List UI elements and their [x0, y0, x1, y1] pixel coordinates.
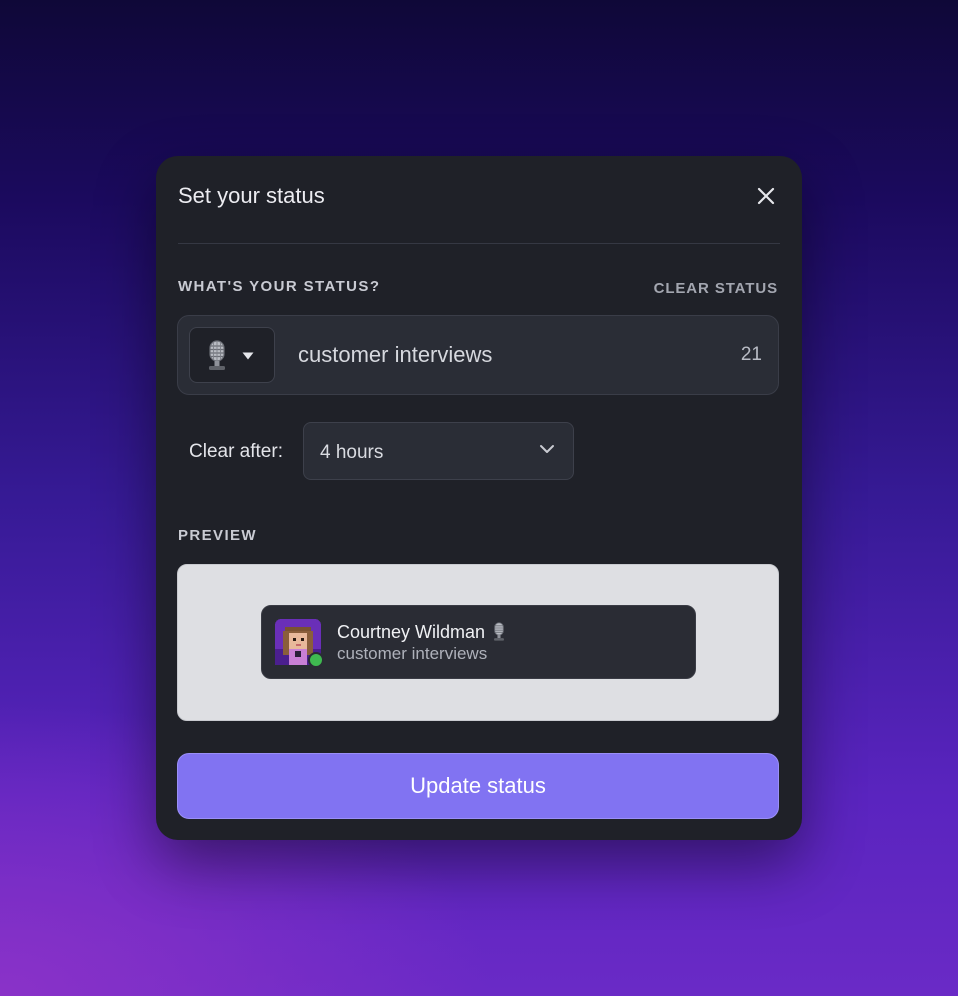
clear-after-value: 4 hours	[320, 442, 384, 463]
avatar	[275, 619, 324, 668]
preview-section-label: PREVIEW	[178, 527, 257, 544]
chevron-down-icon	[540, 445, 554, 453]
status-section-label: WHAT'S YOUR STATUS?	[178, 278, 381, 295]
emoji-picker-button[interactable]	[189, 327, 275, 383]
microphone-icon	[494, 622, 504, 641]
close-button[interactable]	[752, 182, 780, 210]
microphone-icon	[209, 340, 225, 370]
preview-panel: Courtney Wildman customer interviews	[177, 564, 779, 721]
clear-after-label: Clear after:	[189, 441, 283, 462]
clear-status-link[interactable]: CLEAR STATUS	[654, 280, 778, 297]
preview-status-text: customer interviews	[337, 644, 488, 663]
clear-after-select[interactable]: 4 hours	[303, 422, 574, 480]
preview-card: Courtney Wildman customer interviews	[261, 605, 696, 679]
dialog-header: Set your status	[178, 156, 780, 244]
close-icon	[757, 187, 775, 205]
update-status-button[interactable]: Update status	[177, 753, 779, 819]
set-status-dialog: Set your status WHAT'S YOUR STATUS? CLEA…	[156, 156, 802, 840]
preview-name-row: Courtney Wildman	[337, 621, 507, 643]
preview-name: Courtney Wildman	[337, 621, 486, 642]
status-text-input[interactable]: customer interviews	[298, 342, 492, 368]
caret-down-icon	[242, 352, 254, 360]
dialog-title: Set your status	[178, 183, 325, 208]
status-input-field[interactable]: customer interviews 21	[177, 315, 779, 395]
presence-indicator	[308, 652, 324, 668]
character-count: 21	[740, 344, 762, 365]
